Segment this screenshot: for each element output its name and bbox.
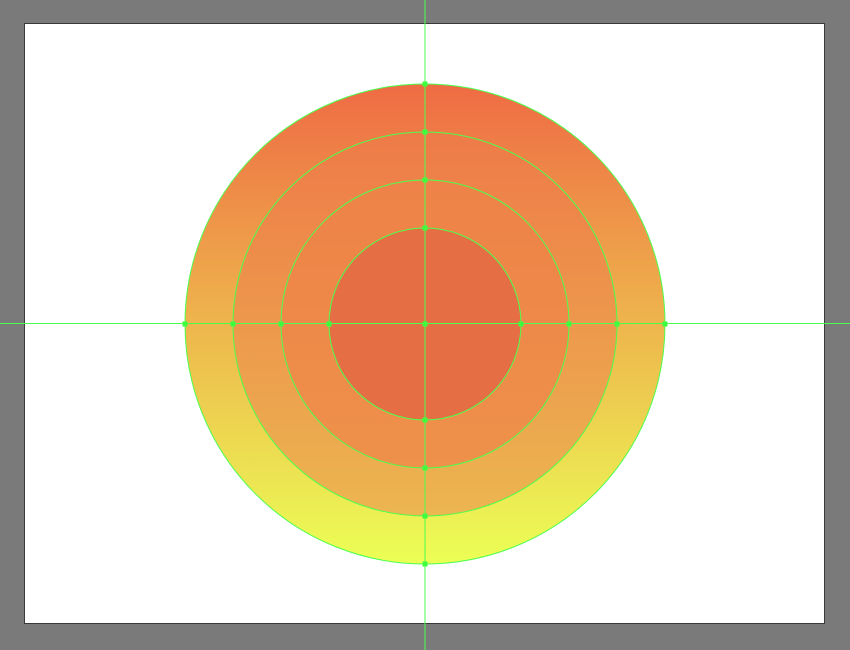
anchor-point[interactable]: [422, 225, 428, 231]
anchor-point[interactable]: [278, 321, 284, 327]
artwork-overlay: [0, 0, 850, 650]
anchor-point[interactable]: [422, 177, 428, 183]
anchor-point[interactable]: [422, 513, 428, 519]
workspace-canvas[interactable]: [0, 0, 850, 650]
anchor-point[interactable]: [422, 561, 428, 567]
anchor-point[interactable]: [614, 321, 620, 327]
anchor-point[interactable]: [326, 321, 332, 327]
anchor-point[interactable]: [422, 321, 428, 327]
anchor-point[interactable]: [662, 321, 668, 327]
anchor-point[interactable]: [422, 129, 428, 135]
anchor-point[interactable]: [422, 417, 428, 423]
anchor-point[interactable]: [518, 321, 524, 327]
anchor-point[interactable]: [422, 465, 428, 471]
anchor-point[interactable]: [422, 81, 428, 87]
anchor-point[interactable]: [182, 321, 188, 327]
anchor-point[interactable]: [566, 321, 572, 327]
anchor-point[interactable]: [230, 321, 236, 327]
